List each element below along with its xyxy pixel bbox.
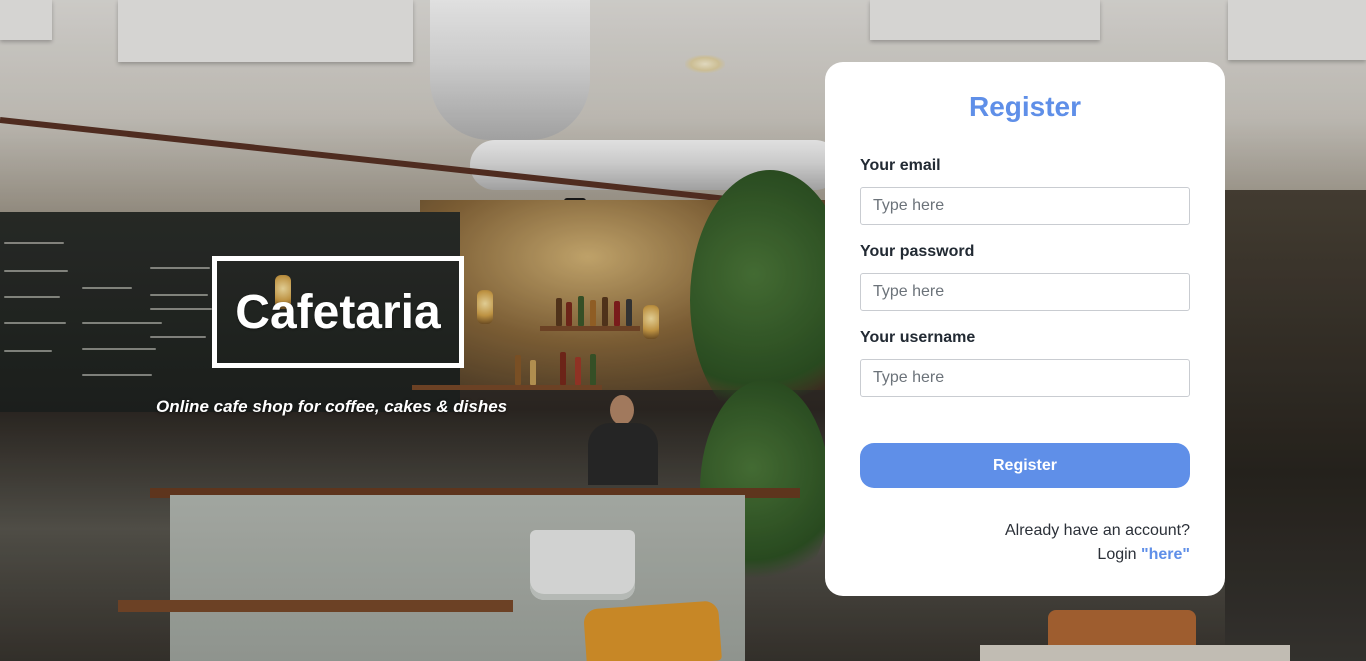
username-label: Your username xyxy=(860,329,976,346)
login-prefix: Login xyxy=(1097,546,1137,563)
login-line: Login "here" xyxy=(1005,543,1190,567)
login-prompt: Already have an account? Login "here" xyxy=(1005,519,1190,567)
hero-title: Cafetaria xyxy=(235,285,441,339)
username-input[interactable] xyxy=(860,359,1190,397)
hero-title-box: Cafetaria xyxy=(212,256,464,368)
email-label: Your email xyxy=(860,157,941,174)
email-input[interactable] xyxy=(860,187,1190,225)
register-card: Register Your email Your password Your u… xyxy=(825,62,1225,596)
hero-subtitle: Online cafe shop for coffee, cakes & dis… xyxy=(156,397,508,416)
password-label: Your password xyxy=(860,243,975,260)
already-have-account-text: Already have an account? xyxy=(1004,522,1190,539)
register-button[interactable]: Register xyxy=(860,443,1190,488)
register-title: Register xyxy=(968,91,1082,122)
password-input[interactable] xyxy=(860,273,1190,311)
login-here-link[interactable]: "here" xyxy=(1141,546,1190,563)
